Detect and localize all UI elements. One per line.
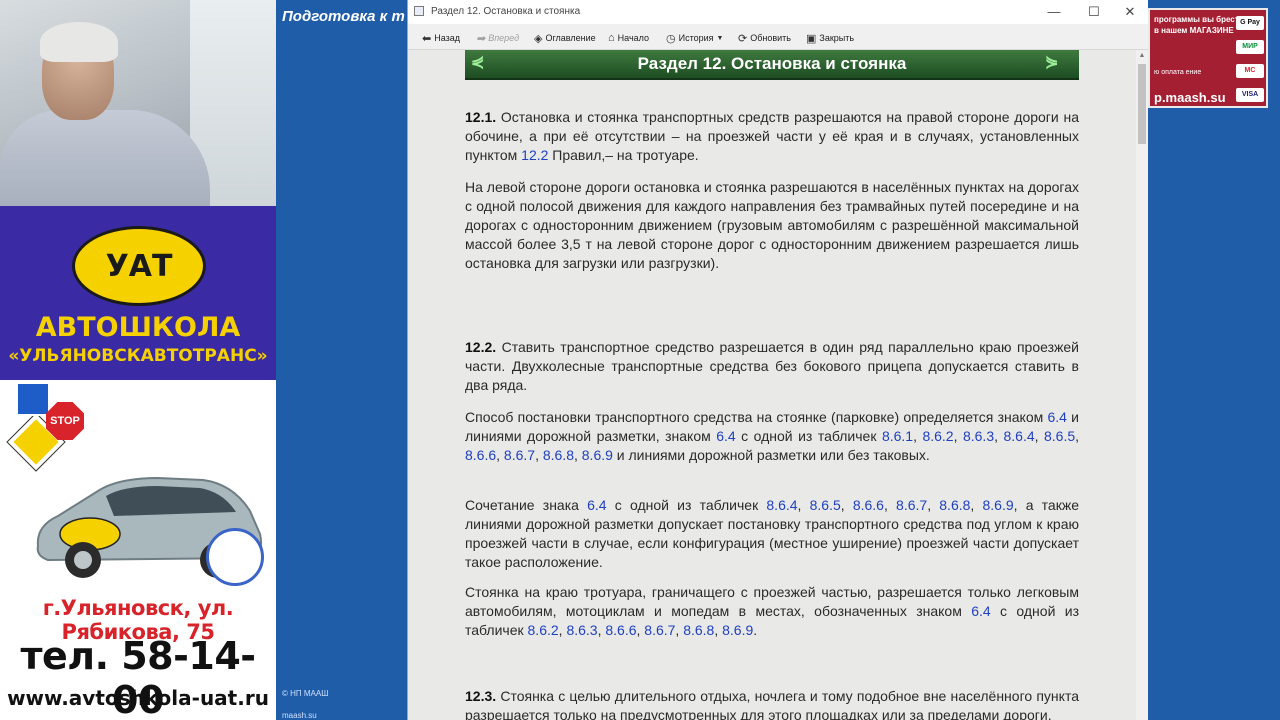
rule-number: 12.1. — [465, 109, 497, 125]
refresh-button[interactable]: ⟳ Обновить — [738, 30, 791, 46]
sign-link[interactable]: 8.6.9 — [982, 497, 1013, 513]
sign-link[interactable]: 8.6.7 — [644, 622, 675, 638]
sign-link[interactable]: 8.6.8 — [939, 497, 970, 513]
shop-ad-subtext: ю оплата ение — [1154, 69, 1202, 76]
chevron-down-icon: ▼ — [716, 34, 724, 42]
shop-ad-text: программы вы брести в нашем МАГАЗИНЕ — [1154, 15, 1244, 35]
toolbar: ⬅ Назад ➡ Вперед ◈ Оглавление ⌂ Начало ◷ Исто… — [408, 24, 1148, 50]
arrow-right-icon: ➡ — [476, 32, 486, 45]
webcam-video — [0, 0, 276, 206]
contents-label: Оглавление — [545, 33, 596, 43]
stop-sign-label: STOP — [50, 415, 80, 427]
sign-link[interactable]: 8.6.8 — [683, 622, 714, 638]
vertical-scrollbar[interactable]: ▲ — [1136, 50, 1148, 720]
sign-link[interactable]: 8.6.2 — [528, 622, 559, 638]
section-heading: Раздел 12. Остановка и стоянка — [637, 54, 907, 73]
background-copyright: © НП МААШ — [282, 689, 329, 698]
scroll-thumb[interactable] — [1138, 64, 1146, 144]
scroll-up-icon[interactable]: ▲ — [1136, 52, 1148, 62]
arrow-left-icon: ⬅ — [422, 32, 432, 45]
driving-school-ad: УАТ АВТОШКОЛА «УЛЬЯНОВСКАВТОТРАНС» STOP … — [0, 206, 276, 720]
paragraph-left-side: На левой стороне дороги остановка и стоя… — [465, 179, 1079, 271]
mir-icon: МИР — [1236, 40, 1264, 54]
home-label: Начало — [617, 33, 650, 43]
close-label: Закрыть — [819, 33, 855, 43]
book-icon: ◈ — [534, 32, 543, 45]
history-label: История — [678, 33, 714, 43]
mastercard-icon: MC — [1236, 64, 1264, 78]
rule-number: 12.2. — [465, 339, 497, 355]
paragraph-12-3: 12.3. Стоянка с целью длительного отдыха… — [465, 688, 1079, 720]
help-window: Раздел 12. Остановка и стоянка — ☐ ✕ ⬅ На… — [407, 0, 1148, 720]
next-section-button[interactable]: ⋟ — [1045, 52, 1058, 74]
sign-link[interactable]: 8.6.6 — [465, 447, 496, 463]
forward-label: Вперед — [488, 33, 520, 43]
presenter-hair — [40, 22, 118, 62]
sign-link[interactable]: 8.6.4 — [766, 497, 797, 513]
close-window-button[interactable]: ✕ — [1112, 0, 1148, 24]
sign-link[interactable]: 8.6.4 — [1003, 428, 1034, 444]
sign-link[interactable]: 8.6.7 — [504, 447, 535, 463]
stop-sign-icon: STOP — [46, 402, 84, 440]
ad-subtitle: «УЛЬЯНОВСКАВТОТРАНС» — [8, 346, 268, 366]
home-icon: ⌂ — [608, 32, 615, 44]
sign-link[interactable]: 8.6.3 — [566, 622, 597, 638]
sign-link[interactable]: 6.4 — [971, 603, 990, 619]
paragraph-sign-combination: Сочетание знака 6.4 с одной из табличек … — [465, 497, 1079, 570]
sign-link[interactable]: 8.6.3 — [963, 428, 994, 444]
contents-button[interactable]: ◈ Оглавление — [534, 30, 596, 46]
window-title: Раздел 12. Остановка и стоянка — [431, 6, 581, 17]
maximize-button[interactable]: ☐ — [1076, 0, 1112, 24]
refresh-icon: ⟳ — [738, 32, 748, 45]
ad-website: www.avtoshkola-uat.ru — [7, 686, 269, 710]
pedestrian-crossing-sign-icon — [16, 382, 50, 416]
sign-link[interactable]: 6.4 — [587, 497, 606, 513]
sign-link[interactable]: 8.6.6 — [853, 497, 884, 513]
screen: УАТ АВТОШКОЛА «УЛЬЯНОВСКАВТОТРАНС» STOP … — [0, 0, 1280, 720]
section-header: Раздел 12. Остановка и стоянка ⋞ ⋟ — [465, 50, 1079, 80]
gpay-icon: G Pay — [1236, 16, 1264, 30]
sign-link[interactable]: 8.6.1 — [882, 428, 913, 444]
home-button[interactable]: ⌂ Начало — [608, 30, 649, 46]
sign-link[interactable]: 8.6.7 — [896, 497, 927, 513]
prev-section-button[interactable]: ⋞ — [471, 52, 484, 74]
paragraph-parking-method: Способ постановки транспортного средства… — [465, 409, 1080, 463]
visa-icon: VISA — [1236, 88, 1264, 102]
sign-link[interactable]: 8.6.5 — [1044, 428, 1075, 444]
forward-button[interactable]: ➡ Вперед — [476, 30, 519, 46]
sign-link[interactable]: 8.6.9 — [582, 447, 613, 463]
logo-text: УАТ — [105, 248, 173, 284]
refresh-label: Обновить — [750, 33, 791, 43]
window-titlebar[interactable]: Раздел 12. Остановка и стоянка — ☐ ✕ — [408, 0, 1148, 24]
close-doc-icon: ▣ — [806, 32, 817, 45]
school-logo: УАТ — [72, 226, 206, 306]
shop-ad[interactable]: программы вы брести в нашем МАГАЗИНЕ ю о… — [1148, 8, 1268, 108]
sign-link[interactable]: 8.6.8 — [543, 447, 574, 463]
shop-ad-site: p.maash.su — [1154, 90, 1226, 105]
sign-link[interactable]: 8.6.5 — [810, 497, 841, 513]
paragraph-12-2: 12.2. Ставить транспортное средство разр… — [465, 339, 1079, 393]
sign-link[interactable]: 6.4 — [716, 428, 735, 444]
content-pane: Раздел 12. Остановка и стоянка ⋞ ⋟ 12.1.… — [408, 50, 1136, 720]
sign-link[interactable]: 8.6.9 — [722, 622, 753, 638]
background-app-title: Подготовка к т — [282, 8, 405, 25]
window-icon — [414, 6, 424, 16]
quality-badge-icon — [206, 528, 264, 586]
back-label: Назад — [434, 33, 461, 43]
ad-title: АВТОШКОЛА — [35, 312, 241, 343]
close-button[interactable]: ▣ Закрыть — [806, 30, 854, 46]
history-icon: ◷ — [666, 32, 676, 45]
sign-link[interactable]: 8.6.6 — [605, 622, 636, 638]
back-button[interactable]: ⬅ Назад — [422, 30, 460, 46]
rule-number: 12.3. — [465, 688, 497, 704]
background-link[interactable]: maash.su — [282, 711, 317, 720]
sign-link[interactable]: 6.4 — [1047, 409, 1066, 425]
minimize-button[interactable]: — — [1036, 0, 1072, 24]
presenter-body — [0, 110, 210, 206]
paragraph-12-1: 12.1. Остановка и стоянка транспортных с… — [465, 109, 1079, 163]
sign-link[interactable]: 8.6.2 — [922, 428, 953, 444]
paragraph-sidewalk-parking: Стоянка на краю тротуара, граничащего с … — [465, 584, 1079, 638]
rule-link[interactable]: 12.2 — [521, 147, 548, 163]
history-button[interactable]: ◷ История ▼ — [666, 30, 723, 46]
